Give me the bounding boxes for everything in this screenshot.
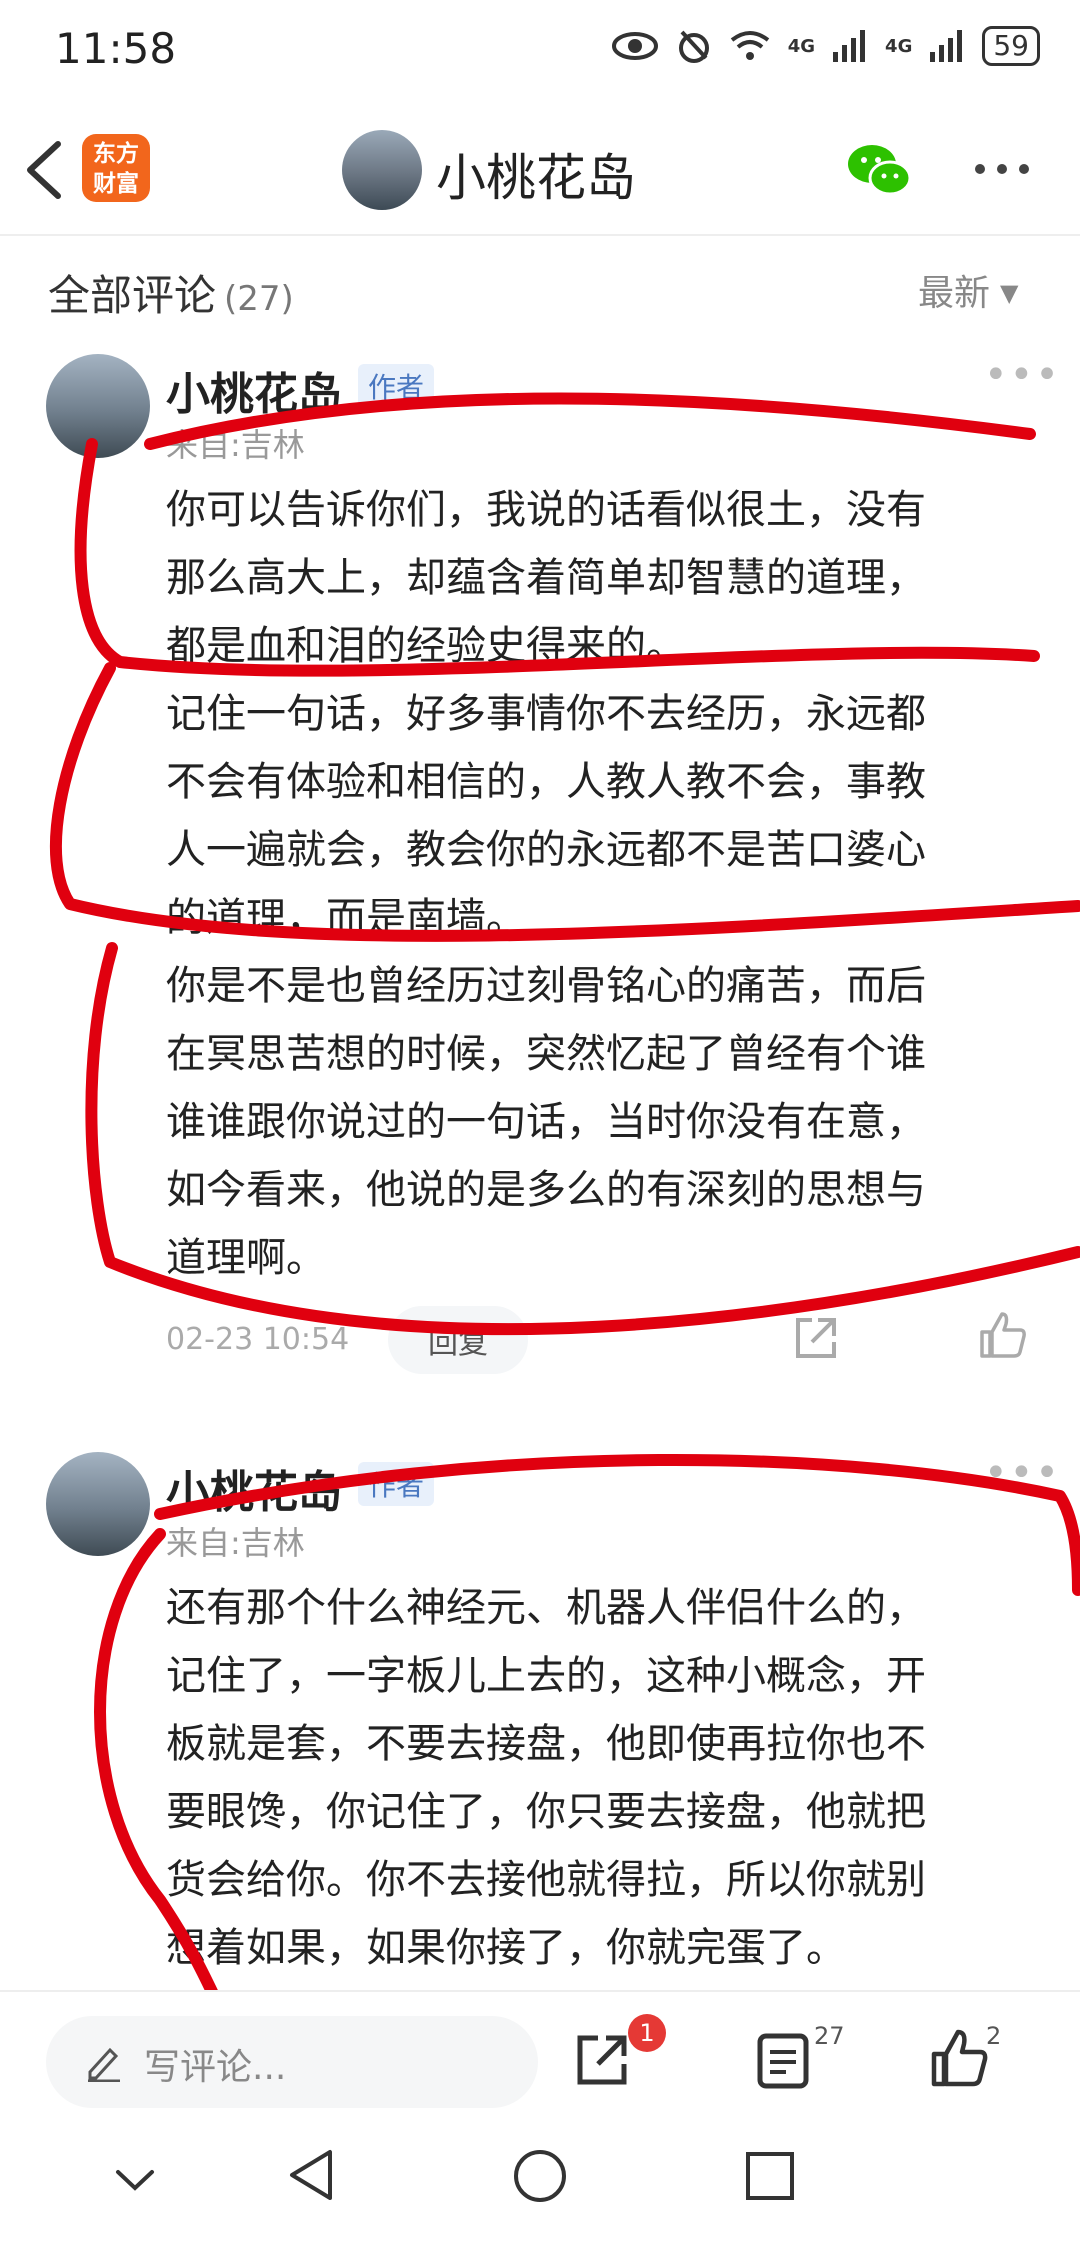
reply-button[interactable]: 回复	[388, 1306, 528, 1374]
signal-icon	[833, 30, 866, 62]
comment-location: 来自:吉林	[166, 426, 305, 464]
signal-1-label: 4G	[787, 35, 816, 57]
back-arrow-icon	[27, 141, 61, 199]
comment-avatar[interactable]	[46, 1452, 150, 1556]
alarm-icon	[678, 30, 709, 63]
logo-line-2: 财富	[93, 171, 139, 197]
back-button[interactable]	[18, 134, 78, 206]
like-button[interactable]	[930, 2028, 990, 2088]
nav-collapse-icon[interactable]	[112, 2160, 158, 2200]
wifi-icon	[730, 31, 769, 60]
more-dots-icon	[975, 164, 1029, 174]
nav-recents-icon[interactable]	[744, 2150, 796, 2202]
thumbs-up-icon	[931, 2029, 988, 2087]
system-nav-bar	[0, 2130, 1080, 2244]
thumbs-up-icon	[980, 1312, 1026, 1358]
comment-avatar[interactable]	[46, 354, 150, 458]
comment-author[interactable]: 小桃花岛	[166, 358, 342, 422]
comment-text: 你可以告诉你们，我说的话看似很土，没有 那么高大上，却蕴含着简单却智慧的道理， …	[166, 487, 926, 1281]
comments-count: (27)	[224, 279, 294, 319]
more-button[interactable]	[974, 154, 1030, 184]
nav-home-icon[interactable]	[512, 2148, 568, 2204]
page-title: 小桃花岛	[436, 149, 636, 207]
chevron-down-icon: ▼	[1000, 279, 1019, 307]
pencil-icon	[88, 2047, 120, 2082]
eye-icon	[611, 32, 658, 60]
like-comment-button[interactable]	[978, 1310, 1028, 1360]
share-button[interactable]	[572, 2030, 632, 2090]
comment-list-icon	[757, 2033, 809, 2089]
author-badge: 作者	[358, 364, 435, 408]
share-comment-button[interactable]	[792, 1314, 840, 1362]
comment-count: 27	[814, 2022, 845, 2050]
comments-heading-label: 全部评论	[48, 271, 217, 320]
signal-icon	[930, 30, 963, 62]
status-time: 11:58	[55, 24, 177, 73]
bottom-action-bar: 写评论... 1 27 2	[0, 1990, 1080, 2132]
nav-back-icon[interactable]	[284, 2146, 338, 2204]
share-notification-badge: 1	[628, 2014, 666, 2052]
battery-icon: 59	[982, 26, 1040, 66]
logo-line-1: 东方	[93, 141, 139, 167]
like-count: 2	[986, 2022, 1002, 2050]
top-app-bar: 东方 财富 小桃花岛	[0, 110, 1080, 236]
comments-button[interactable]	[756, 2032, 810, 2090]
wechat-share-button[interactable]	[846, 140, 912, 200]
author-badge: 作者	[358, 1462, 435, 1506]
share-icon	[796, 1318, 836, 1358]
comment-author[interactable]: 小桃花岛	[166, 1456, 342, 1520]
header-avatar[interactable]	[342, 130, 422, 210]
comment-location: 来自:吉林	[166, 1524, 305, 1562]
status-icons: 4G 4G 59	[611, 26, 1040, 66]
comments-heading: 全部评论 (27)	[48, 262, 294, 323]
sort-dropdown[interactable]: 最新 ▼	[918, 264, 1018, 316]
signal-2-label: 4G	[885, 35, 913, 57]
comment-time: 02-23 10:54	[166, 1322, 350, 1357]
wechat-icon	[848, 145, 912, 196]
comment-placeholder: 写评论...	[144, 2047, 287, 2088]
comment-more-icon[interactable]: •••	[984, 352, 1061, 398]
sort-label: 最新	[918, 273, 991, 314]
comment-more-icon[interactable]: •••	[984, 1450, 1061, 1496]
app-logo: 东方 财富	[82, 134, 150, 202]
share-icon	[577, 2035, 627, 2085]
comment-text: 还有那个什么神经元、机器人伴侣什么的， 记住了，一字板儿上去的，这种小概念，开 …	[166, 1585, 926, 1971]
